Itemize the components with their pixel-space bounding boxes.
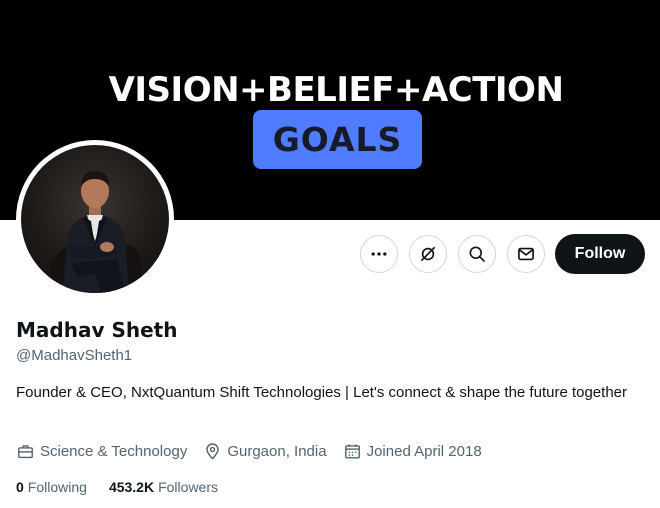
category-item: Science & Technology [16,442,187,461]
category-label: Science & Technology [40,442,188,460]
profile-handle: @MadhavSheth1 [16,347,133,364]
joined-item: Joined April 2018 [343,442,482,461]
follow-button[interactable]: Follow [555,234,645,274]
profile-bio: Founder & CEO, NxtQuantum Shift Technolo… [16,384,628,401]
calendar-icon [344,443,360,459]
message-icon [518,247,534,261]
search-button[interactable] [458,235,496,273]
more-icon [371,252,387,256]
banner-headline: VISION+BELIEF+ACTION [108,70,564,110]
joined-label: Joined April 2018 [366,442,482,460]
followers-count: 453.2K [108,479,155,495]
followers-label: Followers [158,479,218,495]
profile-stats: 0 Following 453.2K Followers [16,479,218,495]
profile-meta: Science & Technology Gurgaon, India Join… [16,440,482,462]
following-label: Following [27,479,87,495]
following-link[interactable]: 0 Following [16,479,87,495]
location-pin-icon [206,442,220,460]
search-icon [469,246,485,262]
avatar-photo [21,145,169,293]
location-item: Gurgaon, India [203,442,327,461]
grok-icon [420,246,436,262]
briefcase-icon [18,444,33,458]
followers-link[interactable]: 453.2K Followers [109,479,218,495]
profile-page: VISION+BELIEF+ACTION GOALS Follow Madhav… [0,0,660,508]
profile-name: Madhav Sheth [16,318,178,342]
following-count: 0 [16,479,24,495]
banner-goals-badge: GOALS [253,110,422,169]
avatar[interactable] [16,140,174,298]
grok-button[interactable] [409,235,447,273]
location-label: Gurgaon, India [227,442,327,460]
more-button[interactable] [360,235,398,273]
message-button[interactable] [507,235,545,273]
